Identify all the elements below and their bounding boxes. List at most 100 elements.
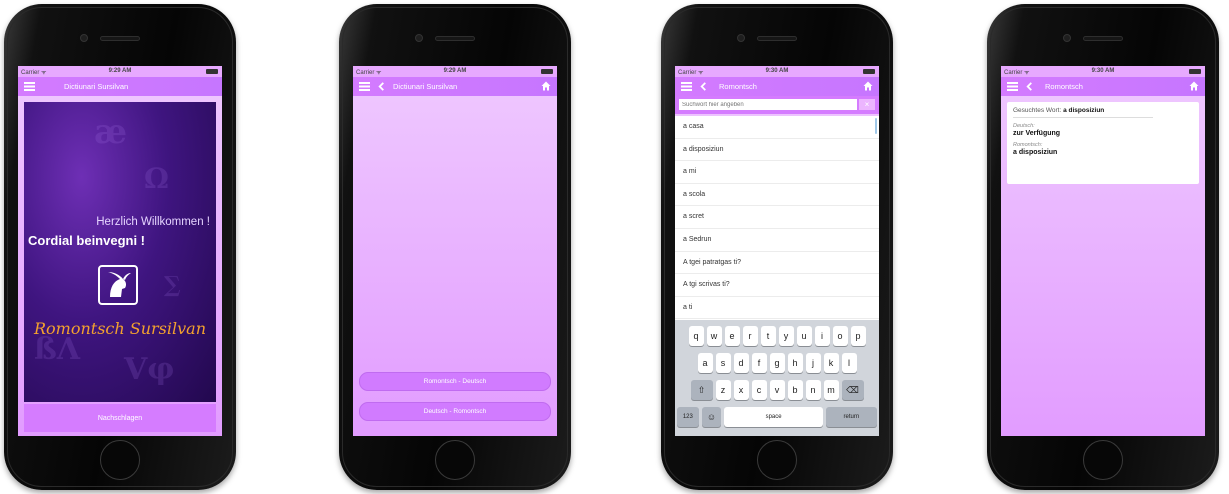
result-item[interactable]: A tgi scrivas ti? bbox=[675, 274, 879, 297]
key-b[interactable]: b bbox=[787, 380, 803, 400]
key-a[interactable]: a bbox=[697, 353, 713, 373]
decor-glyph: æ bbox=[94, 112, 128, 152]
clear-search-button[interactable]: × bbox=[859, 99, 875, 110]
keyboard-row: qwertyuiop bbox=[677, 326, 877, 346]
lookup-button[interactable]: Nachschlagen bbox=[24, 404, 216, 432]
key-w[interactable]: w bbox=[706, 326, 722, 346]
home-icon[interactable] bbox=[1189, 81, 1199, 91]
search-input[interactable] bbox=[679, 99, 857, 110]
romansh-german-button[interactable]: Romontsch - Deutsch bbox=[359, 372, 551, 391]
welcome-romansh: Cordial beinvegni ! bbox=[28, 233, 146, 248]
key-c[interactable]: c bbox=[751, 380, 767, 400]
key-h[interactable]: h bbox=[787, 353, 803, 373]
home-icon[interactable] bbox=[541, 81, 551, 91]
key-o[interactable]: o bbox=[832, 326, 848, 346]
german-label: Deutsch: bbox=[1013, 123, 1035, 129]
nav-title: Romontsch bbox=[1045, 82, 1083, 91]
emoji-key[interactable]: ☺ bbox=[701, 407, 722, 427]
space-key[interactable]: space bbox=[724, 407, 823, 427]
key-p[interactable]: p bbox=[850, 326, 866, 346]
key-l[interactable]: l bbox=[841, 353, 857, 373]
camera bbox=[1063, 34, 1071, 42]
numbers-key[interactable]: 123 bbox=[677, 407, 699, 427]
phone-welcome: Carrier ᯤ 9:29 AM Dictiunari Sursilvan æ… bbox=[4, 4, 236, 490]
result-item[interactable]: a scret bbox=[675, 206, 879, 229]
delete-key[interactable]: ⌫ bbox=[841, 380, 864, 400]
scroll-indicator[interactable] bbox=[875, 118, 877, 134]
result-item[interactable]: a ti bbox=[675, 297, 879, 320]
key-k[interactable]: k bbox=[823, 353, 839, 373]
result-item[interactable]: a mi bbox=[675, 161, 879, 184]
home-button[interactable] bbox=[1083, 440, 1123, 480]
return-key[interactable]: return bbox=[825, 407, 877, 427]
screen-search: Carrier ᯤ 9:30 AM Romontsch × a casaa di… bbox=[675, 66, 879, 436]
screen-direction: Carrier ᯤ 9:29 AM Dictiunari Sursilvan R… bbox=[353, 66, 557, 436]
hamburger-menu-icon[interactable] bbox=[681, 82, 692, 91]
screen-welcome: Carrier ᯤ 9:29 AM Dictiunari Sursilvan æ… bbox=[18, 66, 222, 436]
speaker bbox=[757, 36, 797, 41]
shift-key[interactable]: ⇧ bbox=[690, 380, 713, 400]
key-d[interactable]: d bbox=[733, 353, 749, 373]
home-button[interactable] bbox=[757, 440, 797, 480]
clock: 9:30 AM bbox=[1091, 68, 1115, 74]
searched-word-value: a disposiziun bbox=[1063, 107, 1105, 114]
searched-word-label: Gesuchtes Wort: bbox=[1013, 107, 1062, 114]
german-translation: zur Verfügung bbox=[1013, 130, 1061, 137]
keyboard-letters: zxcvbnm bbox=[715, 380, 839, 400]
searched-word-row: Gesuchtes Wort: a disposiziun bbox=[1013, 107, 1153, 118]
home-button[interactable] bbox=[100, 440, 140, 480]
ibex-logo-icon-svg bbox=[108, 272, 131, 297]
key-v[interactable]: v bbox=[769, 380, 785, 400]
phone-direction: Carrier ᯤ 9:29 AM Dictiunari Sursilvan R… bbox=[339, 4, 571, 490]
navbar: Romontsch bbox=[1001, 77, 1205, 96]
result-item[interactable]: a casa bbox=[675, 116, 879, 139]
result-item[interactable]: a Sedrun bbox=[675, 229, 879, 252]
german-romansh-button[interactable]: Deutsch - Romontsch bbox=[359, 402, 551, 421]
key-s[interactable]: s bbox=[715, 353, 731, 373]
clock: 9:29 AM bbox=[108, 68, 132, 74]
phone-detail: Carrier ᯤ 9:30 AM Romontsch Gesuchtes Wo… bbox=[987, 4, 1219, 490]
status-bar: Carrier ᯤ 9:30 AM bbox=[675, 66, 879, 77]
key-j[interactable]: j bbox=[805, 353, 821, 373]
speaker bbox=[435, 36, 475, 41]
clock: 9:29 AM bbox=[443, 68, 467, 74]
result-item[interactable]: a disposiziun bbox=[675, 139, 879, 162]
back-chevron-icon[interactable] bbox=[1025, 82, 1034, 91]
result-item[interactable]: a scola bbox=[675, 184, 879, 207]
key-n[interactable]: n bbox=[805, 380, 821, 400]
key-y[interactable]: y bbox=[778, 326, 794, 346]
home-button[interactable] bbox=[435, 440, 475, 480]
camera bbox=[737, 34, 745, 42]
navbar: Dictiunari Sursilvan bbox=[353, 77, 557, 96]
key-f[interactable]: f bbox=[751, 353, 767, 373]
camera bbox=[80, 34, 88, 42]
decor-glyph: Vφ bbox=[124, 352, 175, 387]
key-t[interactable]: t bbox=[760, 326, 776, 346]
home-icon[interactable] bbox=[863, 81, 873, 91]
result-item[interactable]: A tgei patratgas ti? bbox=[675, 252, 879, 275]
key-x[interactable]: x bbox=[733, 380, 749, 400]
key-q[interactable]: q bbox=[688, 326, 704, 346]
battery-icon bbox=[863, 69, 875, 74]
welcome-german: Herzlich Willkommen ! bbox=[96, 216, 210, 228]
nav-title: Dictiunari Sursilvan bbox=[393, 82, 458, 91]
key-e[interactable]: e bbox=[724, 326, 740, 346]
navbar: Dictiunari Sursilvan bbox=[18, 77, 222, 96]
battery-icon bbox=[541, 69, 553, 74]
nav-title: Dictiunari Sursilvan bbox=[64, 82, 129, 91]
key-i[interactable]: i bbox=[814, 326, 830, 346]
hamburger-menu-icon[interactable] bbox=[1007, 82, 1018, 91]
clock: 9:30 AM bbox=[765, 68, 789, 74]
hamburger-menu-icon[interactable] bbox=[359, 82, 370, 91]
decor-glyph: ∑ bbox=[164, 272, 181, 298]
key-r[interactable]: r bbox=[742, 326, 758, 346]
hamburger-menu-icon[interactable] bbox=[24, 82, 35, 91]
key-u[interactable]: u bbox=[796, 326, 812, 346]
back-chevron-icon[interactable] bbox=[699, 82, 708, 91]
key-m[interactable]: m bbox=[823, 380, 839, 400]
ibex-logo-icon bbox=[98, 265, 138, 305]
result-list: a casa a disposiziun a mi a scola a scret a S… bbox=[675, 116, 879, 320]
key-z[interactable]: z bbox=[715, 380, 731, 400]
key-g[interactable]: g bbox=[769, 353, 785, 373]
back-chevron-icon[interactable] bbox=[377, 82, 386, 91]
